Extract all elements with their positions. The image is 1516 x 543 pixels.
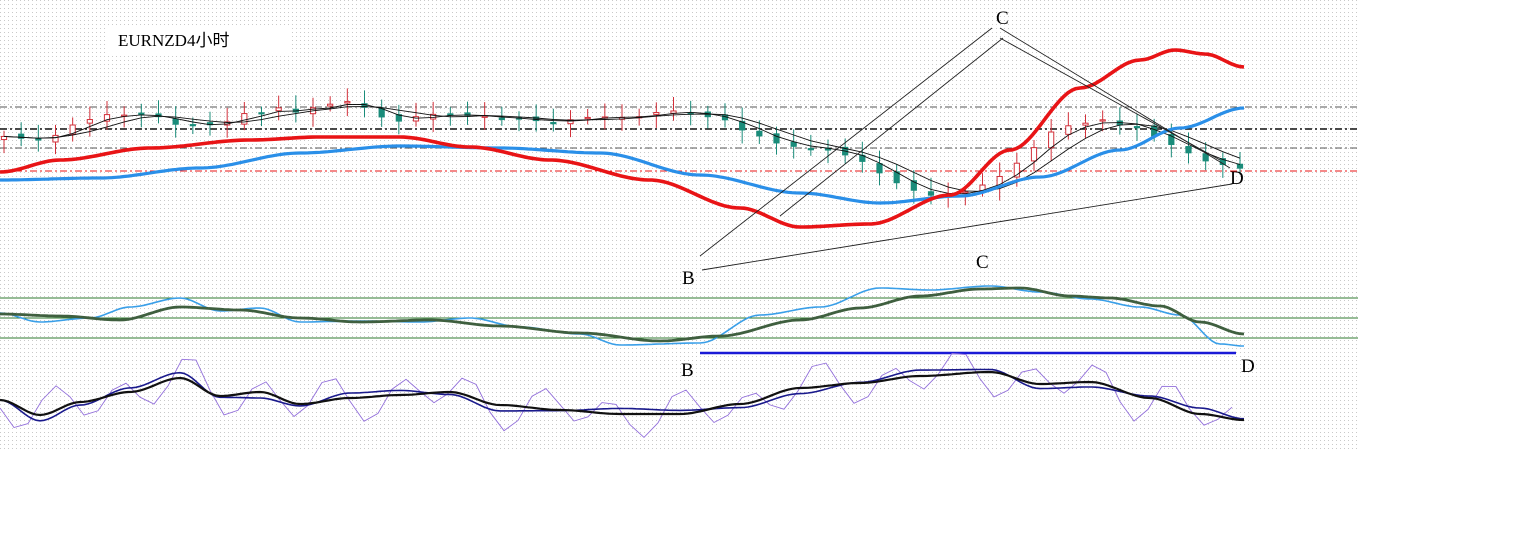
candle-body (344, 101, 351, 104)
chart-title: EURNZD4小时 (118, 31, 229, 50)
candle-body (1082, 122, 1089, 126)
oscillator-label-C: C (976, 252, 989, 273)
candle-body (189, 124, 196, 127)
pattern-label-D: D (1230, 168, 1244, 189)
candle-body (653, 112, 660, 115)
oscillator-label-B: B (681, 360, 694, 381)
candle-body (52, 134, 59, 143)
candle-body (1030, 147, 1038, 162)
candle-body (962, 191, 969, 194)
chart-svg: EURNZD4小时 B C D C B D (0, 0, 1358, 452)
candle-body (86, 119, 93, 124)
candle-body (241, 113, 248, 125)
candle-body (275, 107, 282, 112)
candle-body (1048, 131, 1055, 149)
candle-body (412, 116, 420, 122)
candle-body (498, 117, 505, 121)
candle-body (1133, 126, 1141, 129)
candle-body (756, 130, 763, 137)
oscillator-label-D: D (1241, 356, 1255, 377)
candle-body (824, 148, 832, 151)
candle-body (876, 163, 883, 174)
candle-body (790, 141, 797, 147)
candle-body (807, 148, 814, 151)
candle-body (1099, 119, 1106, 122)
candle-body (550, 122, 557, 125)
candle-body (35, 138, 42, 141)
pattern-label-C: C (996, 8, 1009, 29)
candle-body (481, 115, 488, 118)
chart-background (0, 0, 1358, 452)
chart-canvas: EURNZD4小时 B C D C B D (0, 0, 1516, 538)
candle-body (258, 112, 265, 115)
candle-body (1065, 125, 1072, 135)
candle-body (1185, 146, 1192, 154)
pattern-label-B: B (682, 268, 695, 289)
candle-body (927, 191, 935, 196)
candle-body (172, 118, 179, 125)
candle-body (584, 116, 591, 120)
candle-body (327, 103, 334, 107)
